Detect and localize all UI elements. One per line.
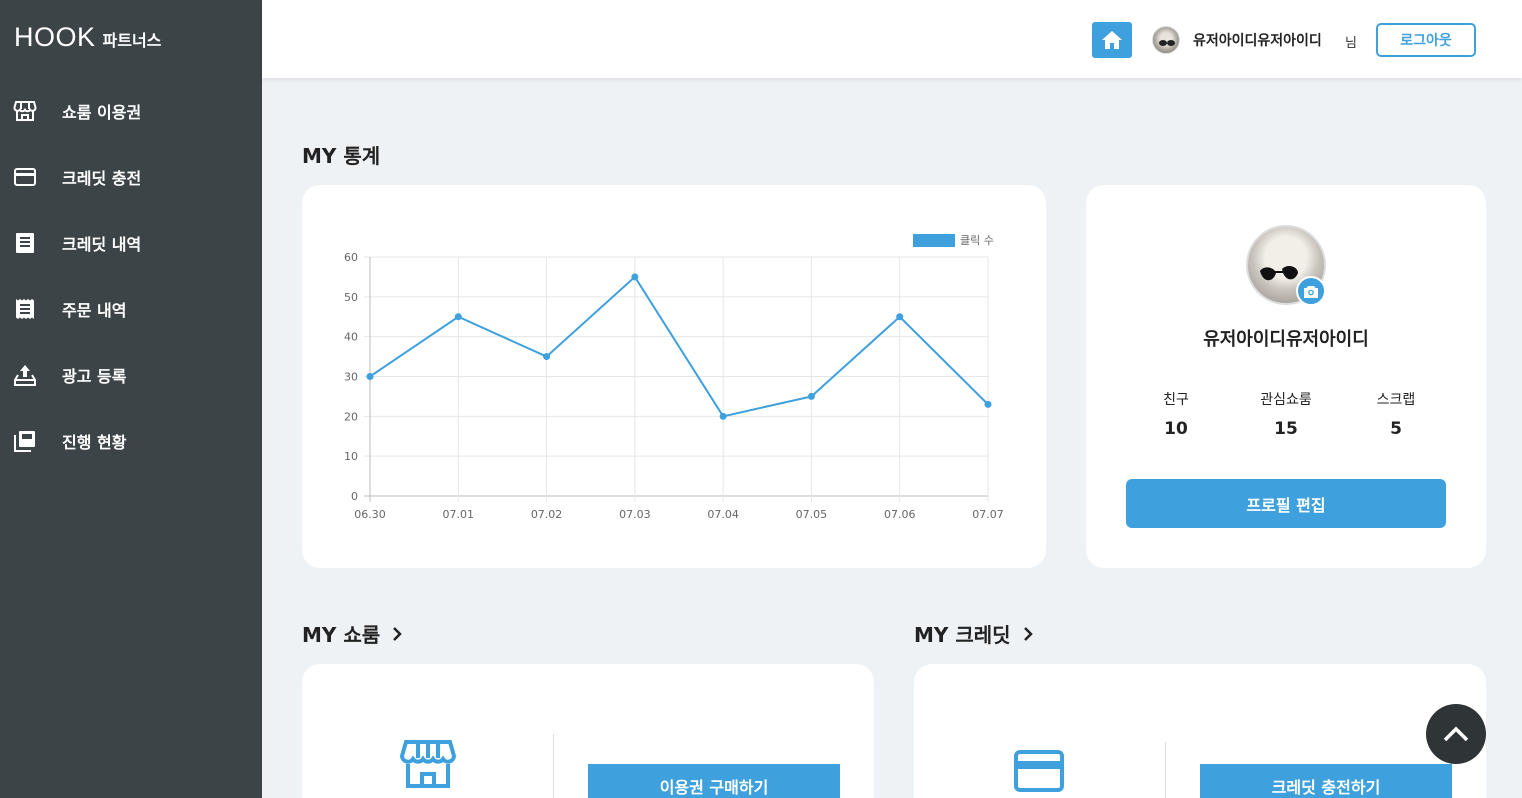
section-title-text: MY 통계	[302, 144, 381, 168]
legend-swatch	[913, 234, 955, 247]
sidebar-nav: 쇼룸 이용권 크레딧 충전 크레딧 내역 주문 내역 광고 등록 진행 현황	[0, 78, 262, 474]
store-icon	[400, 740, 456, 788]
credit-card-icon	[1014, 750, 1064, 792]
y-tick-label: 30	[344, 371, 358, 384]
card-divider	[1165, 742, 1166, 798]
stat-value: 10	[1164, 419, 1188, 439]
brand-subtitle: 파트너스	[102, 31, 162, 50]
avatar[interactable]	[1152, 26, 1180, 54]
data-point	[807, 392, 815, 400]
data-point	[366, 373, 374, 380]
sidebar-item-ad-register[interactable]: 광고 등록	[0, 342, 262, 408]
stat-friends[interactable]: 친구 10	[1126, 389, 1226, 439]
credit-section-link[interactable]: MY 크레딧	[914, 619, 1033, 648]
stat-favorite-showrooms[interactable]: 관심쇼룸 15	[1236, 389, 1336, 439]
section-title-text: MY 크레딧	[914, 623, 1011, 647]
y-tick-label: 60	[344, 251, 358, 264]
stat-value: 15	[1274, 419, 1298, 439]
edit-profile-button[interactable]: 프로필 편집	[1126, 479, 1446, 528]
brand-logo[interactable]: HOOK 파트너스	[14, 22, 161, 53]
chevron-right-icon	[393, 626, 402, 641]
series-line	[369, 275, 989, 418]
profile-name: 유저아이디유저아이디	[1203, 329, 1369, 350]
store-icon	[13, 99, 37, 123]
profile-card: 유저아이디유저아이디 친구 10 관심쇼룸 15 스크랩 5 프로필 편집	[1086, 185, 1486, 568]
legend-label: 클릭 수	[960, 234, 994, 247]
brand-name: HOOK	[14, 22, 96, 52]
credit-card: 크레딧 충전하기	[914, 664, 1486, 798]
stat-label: 스크랩	[1376, 392, 1416, 408]
library-icon	[13, 429, 37, 453]
receipt-icon	[13, 297, 37, 321]
buy-pass-button[interactable]: 이용권 구매하기	[588, 764, 840, 798]
sidebar-item-progress-status[interactable]: 진행 현황	[0, 408, 262, 474]
showroom-section-link[interactable]: MY 쇼룸	[302, 619, 402, 648]
data-point	[896, 313, 904, 321]
x-tick-label: 07.03	[619, 508, 651, 521]
data-point	[454, 313, 462, 321]
charge-credit-button[interactable]: 크레딧 충전하기	[1200, 764, 1452, 798]
y-tick-label: 40	[344, 331, 358, 344]
change-photo-button[interactable]	[1296, 276, 1326, 306]
chevron-up-icon	[1443, 726, 1469, 742]
y-tick-label: 10	[344, 450, 358, 463]
sidebar-item-label: 쇼룸 이용권	[62, 103, 142, 122]
stat-label: 친구	[1163, 392, 1189, 408]
top-header: 유저아이디유저아이디 님 로그아웃	[262, 0, 1522, 78]
sidebar: HOOK 파트너스 쇼룸 이용권 크레딧 충전 크레딧 내역 주문 내역 광고 …	[0, 0, 262, 798]
x-tick-label: 07.05	[796, 508, 828, 521]
chevron-right-icon	[1023, 626, 1033, 641]
x-tick-label: 07.04	[707, 508, 739, 521]
stat-scraps[interactable]: 스크랩 5	[1346, 389, 1446, 439]
showroom-card: 이용권 구매하기	[302, 664, 874, 798]
logout-button[interactable]: 로그아웃	[1376, 23, 1476, 57]
stats-chart-card: 0 10 20 30 40 50 60 06.30 07.01 07.02 07.03 07.04 07…	[302, 185, 1046, 568]
x-tick-label: 07.01	[443, 508, 475, 521]
y-tick-label: 20	[344, 410, 358, 423]
scroll-to-top-button[interactable]	[1426, 704, 1486, 764]
x-tick-label: 07.06	[884, 508, 916, 521]
stats-section-title: MY 통계	[302, 140, 380, 169]
camera-icon	[1304, 285, 1318, 298]
sidebar-item-showroom-pass[interactable]: 쇼룸 이용권	[0, 78, 262, 144]
card-divider	[553, 734, 554, 798]
sidebar-item-credit-history[interactable]: 크레딧 내역	[0, 210, 262, 276]
list-icon	[13, 231, 37, 255]
sidebar-item-label: 주문 내역	[62, 301, 127, 320]
sidebar-item-label: 진행 현황	[62, 433, 127, 452]
data-point	[719, 412, 727, 420]
data-point	[631, 273, 639, 281]
header-username-suffix: 님	[1345, 36, 1357, 51]
header-username: 유저아이디유저아이디	[1193, 33, 1322, 49]
sidebar-item-label: 크레딧 내역	[62, 235, 142, 254]
home-icon	[1102, 31, 1122, 49]
data-point	[543, 353, 551, 361]
sidebar-item-credit-charge[interactable]: 크레딧 충전	[0, 144, 262, 210]
y-tick-label: 50	[344, 291, 358, 304]
x-tick-label: 07.07	[972, 508, 1004, 521]
credit-card-icon	[13, 165, 37, 189]
sidebar-item-label: 크레딧 충전	[62, 169, 142, 188]
sidebar-item-order-history[interactable]: 주문 내역	[0, 276, 262, 342]
home-button[interactable]	[1092, 22, 1132, 58]
upload-icon	[13, 363, 37, 387]
x-tick-label: 07.02	[531, 508, 563, 521]
x-tick-label: 06.30	[354, 508, 386, 521]
stat-value: 5	[1390, 419, 1402, 439]
data-point	[984, 400, 992, 408]
section-title-text: MY 쇼룸	[302, 623, 381, 647]
click-line-chart: 0 10 20 30 40 50 60 06.30 07.01 07.02 07.03 07.04 07…	[344, 234, 1004, 521]
stat-label: 관심쇼룸	[1260, 392, 1312, 408]
sidebar-item-label: 광고 등록	[62, 367, 127, 386]
y-tick-label: 0	[351, 490, 358, 503]
